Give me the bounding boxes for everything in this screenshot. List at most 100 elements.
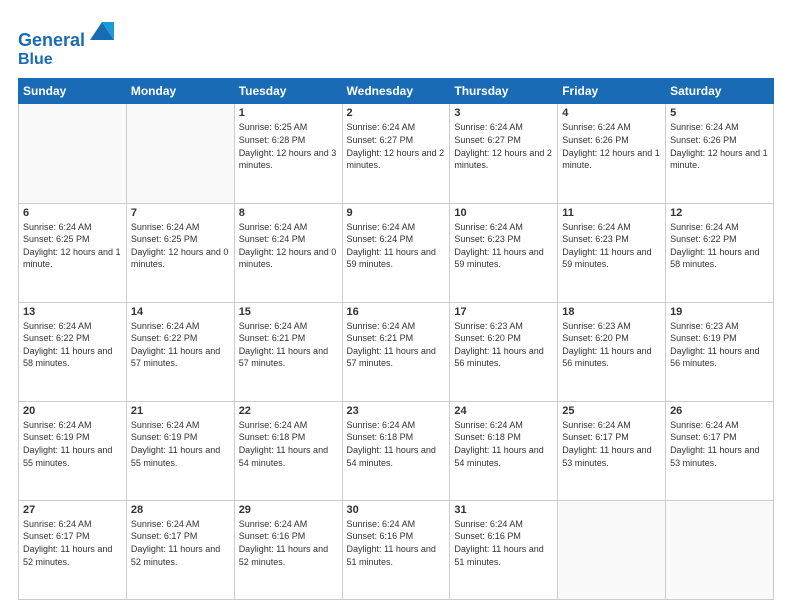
calendar-cell: 4 Sunrise: 6:24 AM Sunset: 6:26 PM Daylig… <box>558 104 666 203</box>
day-info: Sunrise: 6:24 AM Sunset: 6:24 PM Dayligh… <box>239 221 338 271</box>
logo-icon <box>88 18 116 46</box>
day-number: 17 <box>454 306 553 318</box>
weekday-header-wednesday: Wednesday <box>342 79 450 104</box>
calendar-cell: 22 Sunrise: 6:24 AM Sunset: 6:18 PM Dayli… <box>234 401 342 500</box>
calendar-cell: 2 Sunrise: 6:24 AM Sunset: 6:27 PM Daylig… <box>342 104 450 203</box>
calendar-cell <box>558 500 666 599</box>
calendar-cell: 1 Sunrise: 6:25 AM Sunset: 6:28 PM Daylig… <box>234 104 342 203</box>
page: General Blue SundayMondayTuesdayWednesda… <box>0 0 792 612</box>
calendar-cell: 25Sunrise: 6:24 AM Sunset: 6:17 PM Dayli… <box>558 401 666 500</box>
calendar-cell <box>126 104 234 203</box>
calendar-cell: 14 Sunrise: 6:24 AM Sunset: 6:22 PM Dayli… <box>126 302 234 401</box>
day-info: Sunrise: 6:24 AM Sunset: 6:16 PM Dayligh… <box>239 518 338 568</box>
day-info: Sunrise: 6:24 AM Sunset: 6:21 PM Dayligh… <box>239 320 338 370</box>
day-number: 11 <box>562 207 661 219</box>
day-number: 21 <box>131 405 230 417</box>
day-number: 5 <box>670 107 769 119</box>
day-info: Sunrise: 6:25 AM Sunset: 6:28 PM Dayligh… <box>239 121 338 171</box>
day-info: Sunrise: 6:24 AM Sunset: 6:18 PM Dayligh… <box>454 419 553 469</box>
day-info: Sunrise: 6:24 AM Sunset: 6:26 PM Dayligh… <box>562 121 661 171</box>
calendar-cell: 20 Sunrise: 6:24 AM Sunset: 6:19 PM Dayli… <box>19 401 127 500</box>
logo-general: General <box>18 30 85 50</box>
day-info: Sunrise: 6:24 AM Sunset: 6:21 PM Dayligh… <box>347 320 446 370</box>
weekday-header-monday: Monday <box>126 79 234 104</box>
day-info: Sunrise: 6:24 AM Sunset: 6:26 PM Dayligh… <box>670 121 769 171</box>
day-number: 14 <box>131 306 230 318</box>
day-info: Sunrise: 6:24 AM Sunset: 6:23 PM Dayligh… <box>454 221 553 271</box>
calendar-cell: 30 Sunrise: 6:24 AM Sunset: 6:16 PM Dayli… <box>342 500 450 599</box>
calendar-cell: 15Sunrise: 6:24 AM Sunset: 6:21 PM Dayli… <box>234 302 342 401</box>
calendar-cell: 9 Sunrise: 6:24 AM Sunset: 6:24 PM Daylig… <box>342 203 450 302</box>
calendar-cell: 18Sunrise: 6:23 AM Sunset: 6:20 PM Dayli… <box>558 302 666 401</box>
calendar-cell: 11 Sunrise: 6:24 AM Sunset: 6:23 PM Dayli… <box>558 203 666 302</box>
calendar-week-4: 20 Sunrise: 6:24 AM Sunset: 6:19 PM Dayli… <box>19 401 774 500</box>
calendar-cell: 29 Sunrise: 6:24 AM Sunset: 6:16 PM Dayli… <box>234 500 342 599</box>
day-number: 28 <box>131 504 230 516</box>
day-info: Sunrise: 6:24 AM Sunset: 6:18 PM Dayligh… <box>239 419 338 469</box>
day-number: 6 <box>23 207 122 219</box>
day-info: Sunrise: 6:24 AM Sunset: 6:19 PM Dayligh… <box>23 419 122 469</box>
day-number: 25 <box>562 405 661 417</box>
day-info: Sunrise: 6:24 AM Sunset: 6:22 PM Dayligh… <box>131 320 230 370</box>
calendar-week-3: 13 Sunrise: 6:24 AM Sunset: 6:22 PM Dayli… <box>19 302 774 401</box>
calendar-cell: 27 Sunrise: 6:24 AM Sunset: 6:17 PM Dayli… <box>19 500 127 599</box>
day-info: Sunrise: 6:24 AM Sunset: 6:16 PM Dayligh… <box>454 518 553 568</box>
weekday-header-tuesday: Tuesday <box>234 79 342 104</box>
calendar-cell: 3 Sunrise: 6:24 AM Sunset: 6:27 PM Daylig… <box>450 104 558 203</box>
day-number: 1 <box>239 107 338 119</box>
calendar-cell: 31 Sunrise: 6:24 AM Sunset: 6:16 PM Dayli… <box>450 500 558 599</box>
calendar-cell: 17Sunrise: 6:23 AM Sunset: 6:20 PM Dayli… <box>450 302 558 401</box>
weekday-header-row: SundayMondayTuesdayWednesdayThursdayFrid… <box>19 79 774 104</box>
day-number: 20 <box>23 405 122 417</box>
weekday-header-thursday: Thursday <box>450 79 558 104</box>
day-info: Sunrise: 6:24 AM Sunset: 6:16 PM Dayligh… <box>347 518 446 568</box>
weekday-header-friday: Friday <box>558 79 666 104</box>
day-info: Sunrise: 6:24 AM Sunset: 6:17 PM Dayligh… <box>670 419 769 469</box>
day-number: 9 <box>347 207 446 219</box>
day-number: 30 <box>347 504 446 516</box>
day-number: 10 <box>454 207 553 219</box>
calendar-cell <box>666 500 774 599</box>
calendar-cell: 12 Sunrise: 6:24 AM Sunset: 6:22 PM Dayli… <box>666 203 774 302</box>
weekday-header-sunday: Sunday <box>19 79 127 104</box>
day-info: Sunrise: 6:24 AM Sunset: 6:23 PM Dayligh… <box>562 221 661 271</box>
day-info: Sunrise: 6:24 AM Sunset: 6:27 PM Dayligh… <box>347 121 446 171</box>
day-number: 29 <box>239 504 338 516</box>
day-info: Sunrise: 6:24 AM Sunset: 6:17 PM Dayligh… <box>23 518 122 568</box>
calendar-week-1: 1 Sunrise: 6:25 AM Sunset: 6:28 PM Daylig… <box>19 104 774 203</box>
header: General Blue <box>18 18 774 68</box>
calendar-cell: 21 Sunrise: 6:24 AM Sunset: 6:19 PM Dayli… <box>126 401 234 500</box>
day-number: 3 <box>454 107 553 119</box>
day-info: Sunrise: 6:24 AM Sunset: 6:19 PM Dayligh… <box>131 419 230 469</box>
day-number: 23 <box>347 405 446 417</box>
day-info: Sunrise: 6:24 AM Sunset: 6:24 PM Dayligh… <box>347 221 446 271</box>
day-number: 7 <box>131 207 230 219</box>
day-number: 13 <box>23 306 122 318</box>
day-number: 12 <box>670 207 769 219</box>
day-number: 26 <box>670 405 769 417</box>
calendar-cell: 26 Sunrise: 6:24 AM Sunset: 6:17 PM Dayli… <box>666 401 774 500</box>
calendar-cell: 10 Sunrise: 6:24 AM Sunset: 6:23 PM Dayli… <box>450 203 558 302</box>
day-info: Sunrise: 6:24 AM Sunset: 6:27 PM Dayligh… <box>454 121 553 171</box>
calendar-cell: 28Sunrise: 6:24 AM Sunset: 6:17 PM Dayli… <box>126 500 234 599</box>
calendar-cell: 7 Sunrise: 6:24 AM Sunset: 6:25 PM Daylig… <box>126 203 234 302</box>
day-number: 2 <box>347 107 446 119</box>
calendar-cell: 6Sunrise: 6:24 AM Sunset: 6:25 PM Daylig… <box>19 203 127 302</box>
calendar-week-5: 27 Sunrise: 6:24 AM Sunset: 6:17 PM Dayli… <box>19 500 774 599</box>
calendar-table: SundayMondayTuesdayWednesdayThursdayFrid… <box>18 78 774 600</box>
day-info: Sunrise: 6:24 AM Sunset: 6:18 PM Dayligh… <box>347 419 446 469</box>
day-number: 31 <box>454 504 553 516</box>
day-number: 22 <box>239 405 338 417</box>
calendar-week-2: 6 Sunrise: 6:24 AM Sunset: 6:25 PM Daylig… <box>19 203 774 302</box>
logo-text: General <box>18 18 116 51</box>
calendar-cell: 24Sunrise: 6:24 AM Sunset: 6:18 PM Dayli… <box>450 401 558 500</box>
calendar-cell: 16Sunrise: 6:24 AM Sunset: 6:21 PM Dayli… <box>342 302 450 401</box>
day-info: Sunrise: 6:24 AM Sunset: 6:25 PM Dayligh… <box>131 221 230 271</box>
logo: General Blue <box>18 18 116 68</box>
calendar-cell <box>19 104 127 203</box>
logo-blue: Blue <box>18 51 116 69</box>
day-info: Sunrise: 6:24 AM Sunset: 6:22 PM Dayligh… <box>670 221 769 271</box>
calendar-cell: 19Sunrise: 6:23 AM Sunset: 6:19 PM Dayli… <box>666 302 774 401</box>
day-number: 4 <box>562 107 661 119</box>
day-number: 27 <box>23 504 122 516</box>
